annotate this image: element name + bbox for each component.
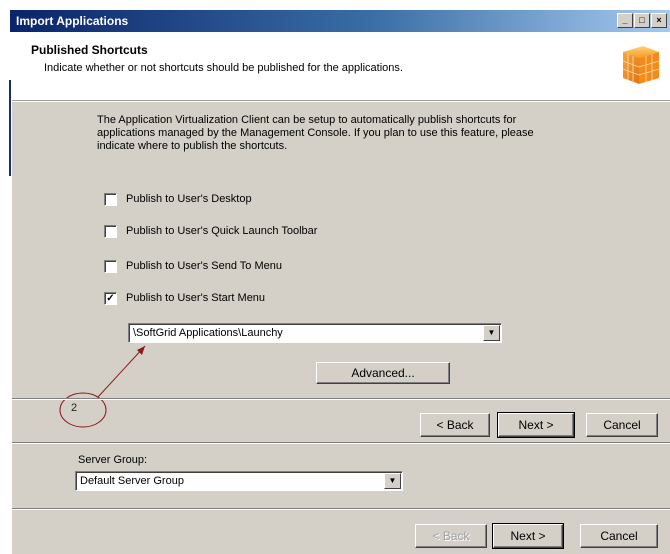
nav-separator <box>12 398 670 400</box>
back-button[interactable]: < Back <box>420 413 490 437</box>
footer-separator <box>12 508 670 510</box>
server-group-dropdown[interactable]: Default Server Group ▼ <box>75 471 403 491</box>
next-button[interactable]: Next > <box>497 412 575 438</box>
section-separator <box>12 442 670 444</box>
annotation-arrow-line <box>97 345 146 398</box>
outer-cancel-button[interactable]: Cancel <box>580 524 658 548</box>
chevron-down-icon[interactable]: ▼ <box>384 473 401 489</box>
cancel-button[interactable]: Cancel <box>586 413 658 437</box>
outer-back-button[interactable]: < Back <box>415 524 487 548</box>
annotation-label: 2 <box>71 402 78 414</box>
server-group-label: Server Group: <box>78 454 148 466</box>
dropdown-value: Default Server Group <box>80 475 184 487</box>
outer-next-button[interactable]: Next > <box>492 523 564 549</box>
